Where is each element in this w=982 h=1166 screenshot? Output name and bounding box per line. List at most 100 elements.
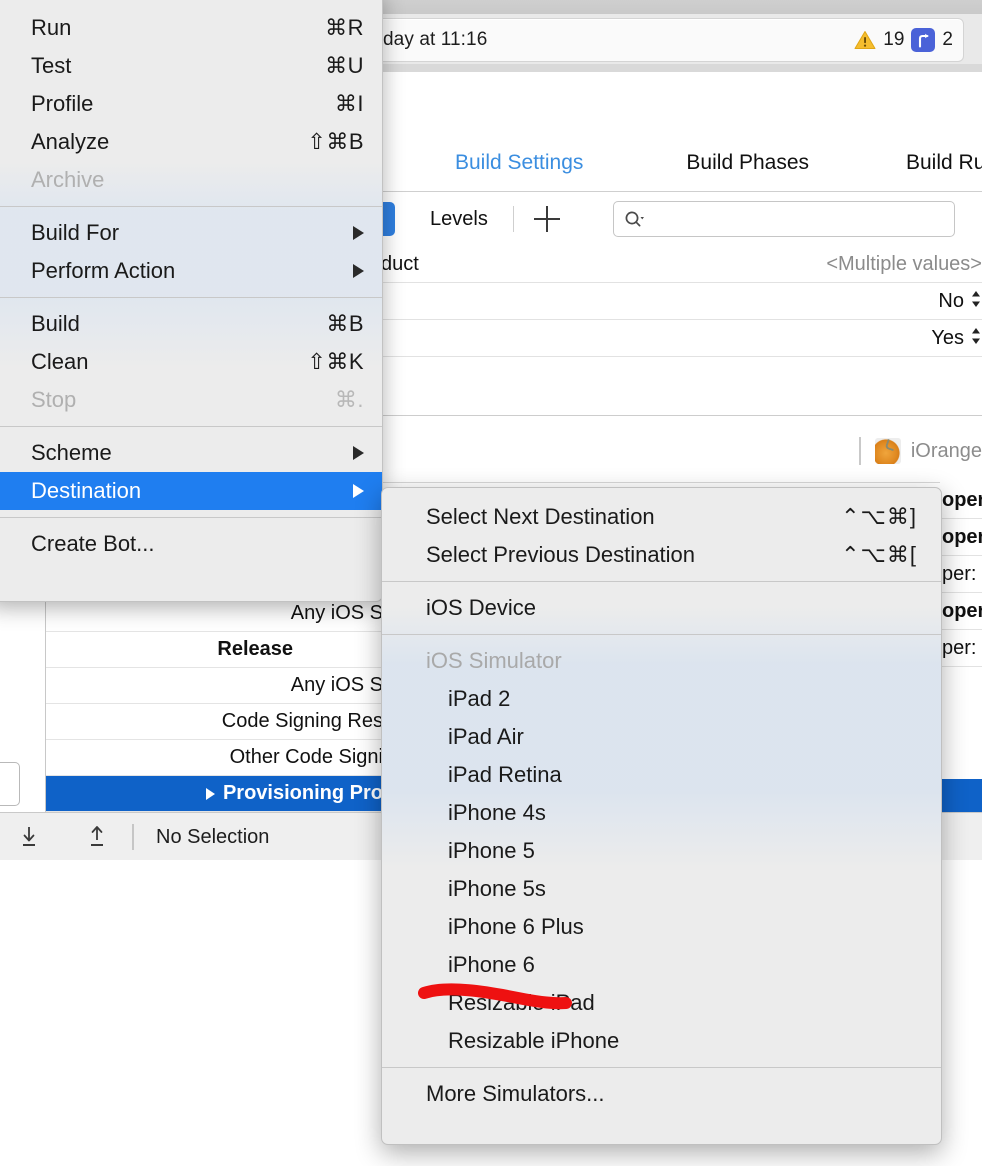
menu-separator <box>382 1067 941 1068</box>
menu-item-run[interactable]: Run ⌘R <box>0 9 382 47</box>
menu-item-iphone-5s[interactable]: iPhone 5s <box>382 870 941 908</box>
menu-item-build[interactable]: Build ⌘B <box>0 305 382 343</box>
submenu-arrow-icon <box>353 484 364 498</box>
menu-group-ios-simulator: iOS Simulator <box>382 642 941 680</box>
menu-item-select-previous-destination[interactable]: Select Previous Destination ⌃⌥⌘[ <box>382 536 941 574</box>
stepper-icon[interactable] <box>970 289 982 313</box>
setting-value[interactable]: Yes <box>931 326 982 350</box>
setting-value-text: No <box>938 290 964 313</box>
menu-item-shortcut: ⌘U <box>325 53 364 79</box>
menu-item-label: Clean <box>31 349 88 375</box>
menu-item-label: Build For <box>31 220 119 246</box>
menu-item-label: Analyze <box>31 129 109 155</box>
table-row[interactable]: oper <box>940 593 982 630</box>
add-build-setting-button[interactable] <box>534 206 560 232</box>
stepper-icon[interactable] <box>970 326 982 350</box>
menu-group-label: iOS Simulator <box>426 648 562 674</box>
table-row[interactable]: No <box>381 283 982 320</box>
target-chip[interactable]: iOrange <box>381 420 982 483</box>
menu-item-iphone-5[interactable]: iPhone 5 <box>382 832 941 870</box>
window-titlebar <box>381 0 982 15</box>
menu-item-label: Resizable iPad <box>448 990 595 1016</box>
submenu-arrow-icon <box>353 446 364 460</box>
menu-separator <box>0 426 382 427</box>
editor-tabbar: Build Settings Build Phases Build Rul <box>381 135 982 192</box>
menu-item-select-next-destination[interactable]: Select Next Destination ⌃⌥⌘] <box>382 498 941 536</box>
source-control-branch-icon[interactable] <box>911 28 935 52</box>
menu-item-destination[interactable]: Destination <box>0 472 382 510</box>
menu-item-iphone-6[interactable]: iPhone 6 <box>382 946 941 984</box>
menu-item-resizable-ipad[interactable]: Resizable iPad <box>382 984 941 1022</box>
menu-item-iphone-4s[interactable]: iPhone 4s <box>382 794 941 832</box>
table-row[interactable]: Yes <box>381 320 982 357</box>
setting-value[interactable]: No <box>938 289 982 313</box>
table-row[interactable]: Any iOS S <box>46 668 383 704</box>
menu-item-analyze[interactable]: Analyze ⇧⌘B <box>0 123 382 161</box>
table-row[interactable]: duct <Multiple values> <box>381 246 982 283</box>
submenu-arrow-icon <box>353 226 364 240</box>
menu-item-perform-action[interactable]: Perform Action <box>0 252 382 290</box>
source-control-count: 2 <box>942 29 953 51</box>
menu-item-shortcut: ⌃⌥⌘[ <box>841 542 917 568</box>
menu-item-label: Destination <box>31 478 141 504</box>
menu-item-shortcut: ⌘B <box>326 311 364 337</box>
menu-separator <box>0 517 382 518</box>
menu-item-iphone-6-plus[interactable]: iPhone 6 Plus <box>382 908 941 946</box>
table-row[interactable] <box>381 357 982 416</box>
menu-item-build-for[interactable]: Build For <box>0 214 382 252</box>
warning-count: 19 <box>883 29 904 51</box>
setting-value[interactable]: <Multiple values> <box>826 253 982 276</box>
menu-item-test[interactable]: Test ⌘U <box>0 47 382 85</box>
table-row[interactable]: Code Signing Res <box>46 704 383 740</box>
table-row[interactable]: per: <box>940 630 982 667</box>
menu-separator <box>0 206 382 207</box>
menu-item-label: Run <box>31 15 71 41</box>
toolbar-divider <box>513 206 514 232</box>
menu-item-ios-device[interactable]: iOS Device <box>382 589 941 627</box>
menu-item-label: Perform Action <box>31 258 175 284</box>
disclosure-triangle-icon[interactable] <box>206 788 215 800</box>
table-row-provisioning-profile[interactable]: Provisioning Pro <box>46 776 383 812</box>
menu-item-shortcut: ⇧⌘K <box>307 349 364 375</box>
table-row[interactable]: Other Code Signi <box>46 740 383 776</box>
submenu-arrow-icon <box>353 264 364 278</box>
menu-item-resizable-iphone[interactable]: Resizable iPhone <box>382 1022 941 1060</box>
menu-item-scheme[interactable]: Scheme <box>0 434 382 472</box>
status-capsule[interactable]: day at 11:16 19 <box>381 18 964 62</box>
menu-item-more-simulators[interactable]: More Simulators... <box>382 1075 941 1113</box>
download-into-icon[interactable] <box>16 824 42 850</box>
tab-build-settings[interactable]: Build Settings <box>455 151 583 175</box>
menu-separator <box>0 297 382 298</box>
menu-item-label: iPhone 5s <box>448 876 546 902</box>
warning-triangle-icon[interactable] <box>854 30 876 50</box>
status-text: day at 11:16 <box>383 29 487 51</box>
upload-out-icon[interactable] <box>84 824 110 850</box>
menu-item-profile[interactable]: Profile ⌘I <box>0 85 382 123</box>
menu-item-shortcut: ⌘. <box>335 387 364 413</box>
menu-item-label: Resizable iPhone <box>448 1028 619 1054</box>
table-row[interactable]: oper <box>940 519 982 556</box>
left-text-field[interactable] <box>0 762 20 806</box>
menu-item-clean[interactable]: Clean ⇧⌘K <box>0 343 382 381</box>
tab-build-phases[interactable]: Build Phases <box>686 151 809 175</box>
menu-item-create-bot[interactable]: Create Bot... <box>0 525 382 563</box>
left-settings-table: Any iOS S Release Any iOS S Code Signing… <box>45 600 383 812</box>
search-input[interactable] <box>613 201 955 237</box>
row-label: Provisioning Pro <box>223 782 383 805</box>
levels-toggle[interactable]: Levels <box>430 208 488 231</box>
menu-item-label: Stop <box>31 387 76 413</box>
table-row[interactable]: per: <box>940 556 982 593</box>
table-row[interactable]: oper <box>940 482 982 519</box>
tab-build-rules[interactable]: Build Rul <box>906 151 982 175</box>
table-row-blank <box>940 667 982 779</box>
menu-separator <box>382 634 941 635</box>
menu-item-ipad-retina[interactable]: iPad Retina <box>382 756 941 794</box>
divider <box>132 824 134 850</box>
build-settings-filterbar: Levels <box>381 192 982 247</box>
menu-item-label: More Simulators... <box>426 1081 605 1107</box>
menu-item-ipad-2[interactable]: iPad 2 <box>382 680 941 718</box>
table-row[interactable]: Release <box>46 632 383 668</box>
destination-submenu[interactable]: Select Next Destination ⌃⌥⌘] Select Prev… <box>381 487 942 1145</box>
product-menu[interactable]: Run ⌘R Test ⌘U Profile ⌘I Analyze ⇧⌘B Ar… <box>0 0 383 602</box>
menu-item-ipad-air[interactable]: iPad Air <box>382 718 941 756</box>
